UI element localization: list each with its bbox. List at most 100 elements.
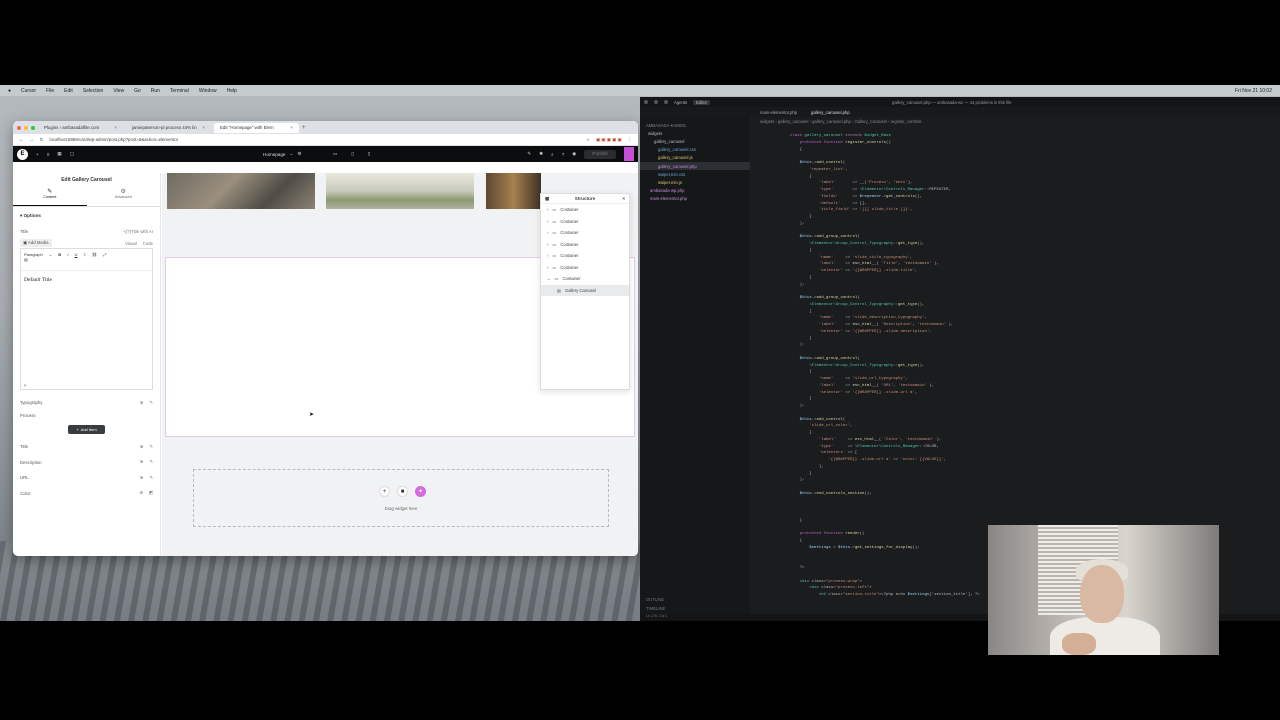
bold-icon[interactable]: B (58, 252, 61, 257)
minimize-window-icon[interactable] (24, 125, 28, 130)
browser-tab[interactable]: Plugins ‹ ambasadaflite.com × (38, 123, 123, 133)
add-media-button[interactable]: ▣ Add Media (20, 239, 52, 247)
add-item-button[interactable]: + Add Item (68, 425, 105, 434)
explorer-root[interactable]: AMBASADA-KAMOS (640, 121, 750, 129)
preview-icon[interactable]: ◉ (572, 151, 576, 157)
minimize-window-icon[interactable] (654, 100, 658, 104)
file-item-selected[interactable]: gallery_carousel.php (640, 161, 750, 171)
globe-icon[interactable]: ⊕ (139, 490, 143, 496)
zoom-window-icon[interactable] (31, 125, 35, 130)
timeline-section[interactable]: TIMELINE (646, 606, 665, 611)
breadcrumb[interactable]: widgets › gallery_carousel › gallery_car… (760, 119, 922, 124)
close-tab-icon[interactable]: × (290, 125, 293, 130)
toolbar-toggle-icon[interactable]: ▤ (24, 257, 28, 262)
publish-options-button[interactable] (624, 147, 634, 161)
help-icon[interactable]: ? (562, 152, 565, 157)
title-with-ai-button[interactable]: <{?}Title with AI (123, 229, 153, 234)
apple-icon[interactable]: ● (8, 88, 11, 94)
page-settings-icon[interactable]: ⚙ (297, 151, 301, 157)
file-item[interactable]: gallery_carousel.css (640, 146, 750, 154)
fullscreen-icon[interactable]: ⤢ (103, 252, 106, 257)
browser-tab-active[interactable]: Edit "Homepage" with Elem × (214, 122, 299, 133)
tab-agents[interactable]: Agents (674, 100, 687, 105)
structure-item[interactable]: › ▭ Container (541, 227, 629, 239)
navigator-icon[interactable]: ≡ (47, 152, 50, 157)
file-item[interactable]: main-elementor.php (640, 195, 750, 203)
menu-edit[interactable]: Edit (64, 88, 73, 94)
menu-selection[interactable]: Selection (83, 88, 104, 94)
structure-item[interactable]: › ▭ Container (541, 216, 629, 228)
structure-item[interactable]: › ▭ Container (541, 204, 629, 216)
edit-pencil-icon[interactable]: ✎ (149, 459, 153, 465)
edit-pencil-icon[interactable]: ✎ (149, 475, 153, 481)
tab-visual[interactable]: Visual (125, 241, 137, 246)
menu-help[interactable]: Help (227, 88, 237, 94)
mobile-icon[interactable]: ▯ (368, 151, 371, 157)
file-item[interactable]: swiper.min.js (640, 178, 750, 186)
outline-section[interactable]: OUTLINE (646, 597, 664, 602)
menu-run[interactable]: Run (151, 88, 160, 94)
zoom-window-icon[interactable] (664, 100, 668, 104)
tab-content[interactable]: ✎ Content (13, 185, 87, 206)
notes-icon[interactable]: ▢ (70, 151, 74, 157)
chevron-down-icon[interactable]: ⌄ (49, 252, 52, 257)
drop-zone[interactable]: + ■ ✦ Drag widget here (193, 469, 609, 527)
file-item[interactable]: swiper.min.css (640, 170, 750, 178)
editor-content[interactable]: Default Title (21, 271, 152, 289)
menu-terminal[interactable]: Terminal (170, 88, 189, 94)
menu-window[interactable]: Window (199, 88, 217, 94)
globe-icon[interactable]: ⊕ (140, 475, 144, 481)
close-tab-icon[interactable]: × (114, 125, 117, 130)
new-tab-icon[interactable]: + (302, 125, 306, 131)
structure-item[interactable]: › ▭ Container (541, 239, 629, 251)
close-tab-icon[interactable]: × (202, 125, 205, 130)
extensions-icon[interactable]: ▣ ▣ ▣ ▣ ▣ (596, 137, 622, 143)
cursor-position[interactable]: Ln 176, Col 1 (646, 614, 667, 618)
menubar-clock[interactable]: Fri Nov 21 10:02 (1235, 88, 1280, 94)
tab-code[interactable]: Code (143, 241, 153, 246)
close-window-icon[interactable] (644, 100, 648, 104)
tablet-icon[interactable]: ▯ (351, 151, 354, 157)
tab-editor[interactable]: Editor (693, 99, 710, 105)
color-picker-icon[interactable]: ◩ (149, 490, 153, 496)
globe-icon[interactable]: ⊕ (140, 459, 144, 465)
tools-icon[interactable]: ✱ (539, 151, 543, 157)
code-lines[interactable]: class gallery_carousel extends Widget_Ba… (790, 133, 980, 599)
search-icon[interactable]: ⌕ (551, 152, 554, 157)
folder-widgets[interactable]: widgets (640, 129, 750, 137)
menu-file[interactable]: File (46, 88, 54, 94)
reload-icon[interactable]: ↻ (40, 137, 44, 143)
page-selector[interactable]: Homepage ⌄ ⚙ (263, 151, 301, 157)
publish-button[interactable]: Publish (584, 149, 616, 159)
structure-item[interactable]: ⌄ ▭ Container (541, 273, 629, 285)
menu-go[interactable]: Go (134, 88, 141, 94)
close-icon[interactable]: × (622, 196, 625, 201)
template-folder-icon[interactable]: ■ (397, 486, 408, 497)
globe-icon[interactable]: ⊕ (140, 400, 144, 406)
folder-gallery-carousel[interactable]: gallery_carousel (640, 137, 750, 145)
edit-pencil-icon[interactable]: ✎ (149, 400, 153, 406)
back-icon[interactable]: ← (19, 137, 23, 142)
menu-view[interactable]: View (113, 88, 124, 94)
add-element-icon[interactable]: + (36, 152, 39, 157)
menu-cursor[interactable]: Cursor (21, 88, 36, 94)
ai-sparkle-icon[interactable]: ✦ (415, 486, 426, 497)
browser-menu-icon[interactable]: ⋮ (628, 137, 632, 143)
add-section-icon[interactable]: + (379, 486, 390, 497)
elementor-logo-icon[interactable]: E (17, 148, 28, 160)
structure-grip-icon[interactable]: ▦ (545, 196, 549, 202)
edit-pencil-icon[interactable]: ✎ (149, 444, 153, 450)
file-item[interactable]: ambasada-wp.php (640, 187, 750, 195)
ai-icon[interactable]: ✎ (527, 151, 531, 157)
structure-item-selected[interactable]: ▤ Gallery Carousel (541, 284, 629, 296)
globe-icon[interactable]: ⊕ (140, 444, 144, 450)
browser-tab[interactable]: jamiepaterson-pl process 44% lin × (126, 123, 211, 133)
structure-item[interactable]: › ▭ Container (541, 262, 629, 274)
url-field[interactable]: localhost:8888/carolwp-admin/post.php?po… (49, 137, 580, 142)
options-section-toggle[interactable]: ▾ Options (13, 207, 160, 225)
desktop-icon[interactable]: ▭ (333, 151, 337, 157)
close-window-icon[interactable] (17, 125, 21, 130)
file-item[interactable]: gallery_carousel.js (640, 154, 750, 162)
editor-tab-active[interactable]: gallery_carousel.php (811, 110, 850, 115)
site-settings-icon[interactable]: ▦ (57, 151, 61, 157)
